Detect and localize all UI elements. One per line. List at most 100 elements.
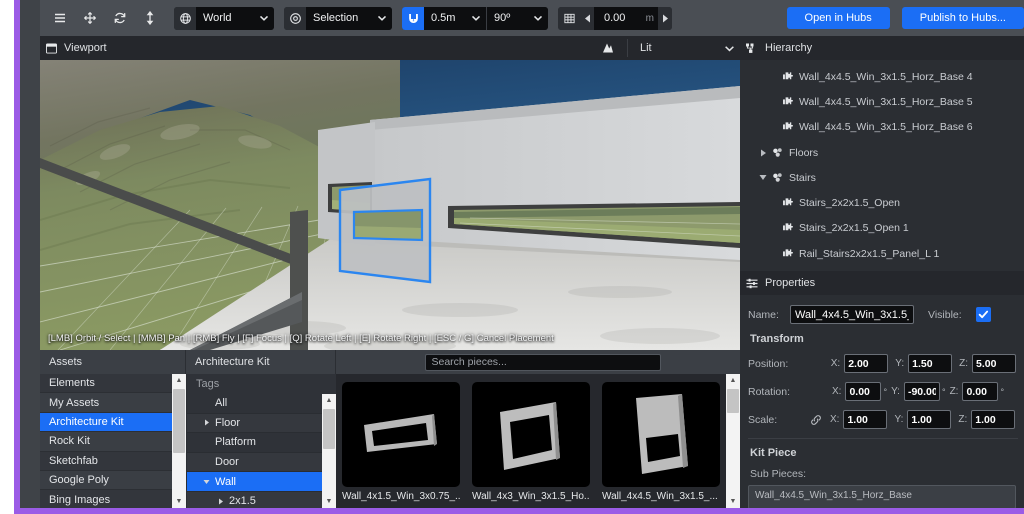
scale-z-axis-label: Z: [958, 414, 968, 425]
translation-snap-select[interactable]: 0.5m [424, 6, 486, 30]
grid-icon[interactable] [558, 6, 580, 30]
scroll-down-icon[interactable]: ▼ [172, 495, 186, 508]
hierarchy-row[interactable]: Rail_Stairs2x2x1.5_Panel_L 1 [740, 241, 1024, 266]
sliders-icon [746, 278, 758, 289]
hierarchy-row[interactable]: Stairs_2x2x1.5_Open [740, 190, 1024, 215]
degree-symbol: ° [941, 386, 946, 397]
asset-piece-item[interactable]: Wall_4x4.5_Win_3x1.5_... [602, 382, 720, 508]
asset-source-item[interactable]: Bing Images [40, 490, 186, 508]
asset-sources-list: Elements My Assets Architecture Kit Rock Ki… [40, 374, 186, 508]
grid-increment-button[interactable] [658, 6, 672, 30]
expander-collapsed-icon[interactable] [201, 419, 212, 426]
pieces-scroll-thumb[interactable] [727, 389, 739, 413]
pivot-mode-select[interactable]: Selection [306, 6, 392, 30]
rotation-snap-select[interactable]: 90º [486, 6, 548, 30]
globe-icon[interactable] [174, 6, 196, 30]
search-pieces-input[interactable] [424, 353, 661, 371]
expander-expanded-icon[interactable] [201, 479, 212, 485]
shading-icon[interactable] [602, 42, 614, 54]
asset-tag-item[interactable]: Floor [187, 413, 336, 434]
scale-y-input[interactable] [907, 410, 952, 429]
render-mode-select[interactable]: Lit [634, 42, 734, 54]
grid-height-input[interactable]: 0.00 m [594, 6, 658, 30]
position-z-axis-label: Z: [959, 358, 968, 369]
asset-tag-item[interactable]: 2x1.5 [187, 491, 336, 508]
scroll-up-icon[interactable]: ▲ [322, 394, 336, 407]
chevron-down-icon [471, 13, 481, 23]
asset-source-item[interactable]: Google Poly [40, 470, 186, 491]
kit-piece-section-title: Kit Piece [750, 447, 797, 459]
wall-window-wide-icon [364, 414, 437, 452]
pieces-scroll-track[interactable] [726, 387, 740, 495]
wall-window-square-icon [500, 402, 560, 470]
sources-scroll-track[interactable] [172, 387, 186, 495]
asset-tag-item[interactable]: Platform [187, 433, 336, 453]
window-frame: World Selection 0.5m 90º 0.00 m Open in … [14, 0, 1024, 514]
magnet-icon[interactable] [402, 6, 424, 30]
scroll-up-icon[interactable]: ▲ [726, 374, 740, 387]
tags-scroll-thumb[interactable] [323, 409, 335, 449]
assets-headers: Assets Architecture Kit [40, 350, 740, 374]
asset-tag-item[interactable]: Wall [187, 472, 336, 492]
pieces-scrollbar[interactable]: ▲ ▼ [726, 374, 740, 508]
menu-icon[interactable] [46, 5, 74, 31]
rotation-y-input[interactable] [903, 382, 940, 401]
rotation-y-axis-label: Y: [891, 386, 900, 397]
viewport-icon [46, 42, 57, 54]
link-icon[interactable] [810, 414, 822, 426]
hierarchy-row[interactable]: Stairs [740, 165, 1024, 190]
hierarchy-row[interactable]: Stairs_2x2x1.5_Open 1 [740, 216, 1024, 241]
asset-tag-item[interactable]: Door [187, 452, 336, 473]
properties-header: Properties [740, 271, 1024, 295]
hierarchy-row[interactable]: Wall_4x4.5_Win_3x1.5_Horz_Base 6 [740, 115, 1024, 140]
scroll-up-icon[interactable]: ▲ [172, 374, 186, 387]
viewport-3d[interactable]: [LMB] Orbit / Select | [MMB] Pan | [RMB]… [40, 60, 740, 350]
translate-tool-icon[interactable] [76, 5, 104, 31]
scroll-down-icon[interactable]: ▼ [726, 495, 740, 508]
publish-to-hubs-button[interactable]: Publish to Hubs... [901, 7, 1024, 29]
scroll-down-icon[interactable]: ▼ [322, 495, 336, 508]
properties-title: Properties [765, 277, 816, 289]
asset-source-item[interactable]: My Assets [40, 393, 186, 413]
asset-source-item[interactable]: Elements [40, 374, 186, 394]
scale-x-input[interactable] [843, 410, 888, 429]
hierarchy-row[interactable]: Floors [740, 140, 1024, 165]
scale-tool-icon[interactable] [136, 5, 164, 31]
asset-tag-label: Door [215, 456, 239, 469]
asset-source-item[interactable]: Sketchfab [40, 452, 186, 471]
asset-piece-item[interactable]: Wall_4x1.5_Win_3x0.75_... [342, 382, 460, 508]
rotation-x-input[interactable] [845, 382, 882, 401]
asset-piece-item[interactable]: Wall_4x3_Win_3x1.5_Ho... [472, 382, 590, 508]
chevron-down-icon [724, 43, 734, 53]
sub-pieces-list[interactable]: Wall_4x4.5_Win_3x1.5_Horz_Base [748, 485, 1016, 508]
hierarchy-row[interactable]: Wall_4x4.5_Win_3x1.5_Horz_Base 5 [740, 89, 1024, 114]
visible-checkbox[interactable] [975, 307, 991, 322]
sources-scrollbar[interactable]: ▲ ▼ [172, 374, 186, 508]
expander-expanded-icon[interactable] [756, 174, 770, 181]
position-x-input[interactable] [844, 354, 889, 373]
header-divider [627, 39, 628, 57]
asset-piece-label: Wall_4x1.5_Win_3x0.75_... [342, 491, 460, 502]
expander-collapsed-icon[interactable] [756, 149, 770, 157]
open-in-hubs-button[interactable]: Open in Hubs [786, 7, 890, 29]
sources-scroll-thumb[interactable] [173, 389, 185, 453]
position-y-input[interactable] [908, 354, 953, 373]
group-icon [770, 172, 786, 184]
position-z-input[interactable] [972, 354, 1016, 373]
rotation-z-input[interactable] [962, 382, 999, 401]
rotate-tool-icon[interactable] [106, 5, 134, 31]
coordinate-space-select[interactable]: World [196, 6, 274, 30]
asset-source-item[interactable]: Rock Kit [40, 432, 186, 452]
grid-decrement-button[interactable] [580, 6, 594, 30]
tags-scroll-track[interactable] [322, 407, 336, 495]
hierarchy-row[interactable]: Wall_4x4.5_Win_3x1.5_Horz_Base 4 [740, 64, 1024, 89]
asset-piece-label: Wall_4x3_Win_3x1.5_Ho... [472, 491, 590, 502]
target-icon[interactable] [284, 6, 306, 30]
scale-z-input[interactable] [971, 410, 1016, 429]
asset-thumbnail [342, 382, 460, 487]
expander-collapsed-icon[interactable] [215, 498, 226, 505]
tags-scrollbar[interactable]: ▲ ▼ [322, 394, 336, 508]
asset-source-item[interactable]: Architecture Kit [40, 412, 186, 433]
object-name-input[interactable] [790, 305, 914, 324]
asset-tag-item[interactable]: All [187, 394, 336, 414]
